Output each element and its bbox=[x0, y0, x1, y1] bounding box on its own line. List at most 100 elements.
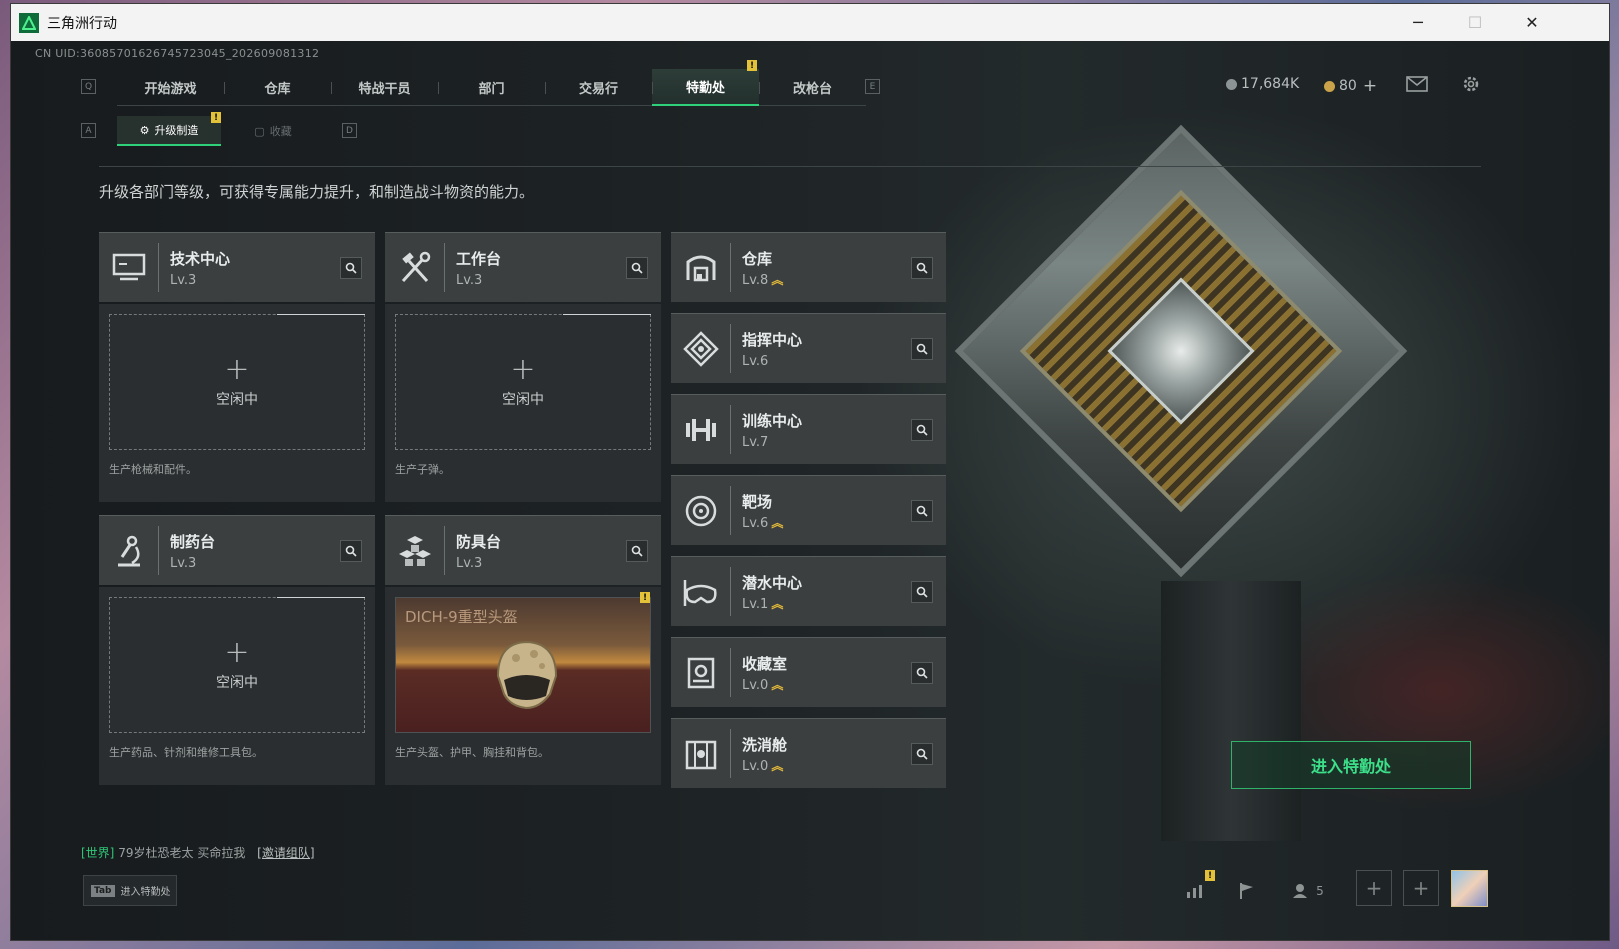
search-button[interactable] bbox=[911, 742, 933, 765]
production-slot-empty[interactable]: + 空闲中 bbox=[395, 314, 651, 450]
settings-gear-icon[interactable] bbox=[1458, 71, 1484, 97]
tab-gunsmith[interactable]: 改枪台 bbox=[759, 69, 866, 106]
tab-operators[interactable]: 特战干员 bbox=[331, 69, 438, 106]
station-panel-workbench: + 空闲中 生产子弹。 bbox=[385, 304, 661, 502]
enter-special-ops-button[interactable]: 进入特勤处 bbox=[1231, 741, 1471, 789]
search-button[interactable] bbox=[911, 580, 933, 603]
slot-status: 空闲中 bbox=[216, 392, 258, 408]
tab-trading[interactable]: 交易行 bbox=[545, 69, 652, 106]
window-title: 三角洲行动 bbox=[47, 15, 117, 32]
upgrade-craft-icon: ⚙ bbox=[139, 123, 150, 137]
monitor-icon bbox=[99, 233, 159, 302]
search-button[interactable] bbox=[911, 418, 933, 441]
search-button[interactable] bbox=[340, 256, 362, 279]
tab-special-ops-label: 特勤处 bbox=[685, 81, 725, 96]
close-button[interactable]: ✕ bbox=[1503, 4, 1561, 41]
friends-icon bbox=[1293, 884, 1308, 898]
currency-secondary-value: 80 bbox=[1339, 78, 1357, 94]
tab-departments[interactable]: 部门 bbox=[438, 69, 545, 106]
search-button[interactable] bbox=[626, 539, 648, 562]
friends-button[interactable]: 5 bbox=[1283, 877, 1333, 905]
subtab-upgrade-craft[interactable]: ⚙ 升级制造 ! bbox=[117, 112, 221, 146]
game-window: 三角洲行动 ─ ☐ ✕ CN UID:360857016267457230​45… bbox=[10, 3, 1610, 941]
upgrade-available-icon: ︽ bbox=[771, 759, 784, 773]
subtab-alert-badge: ! bbox=[211, 112, 221, 123]
search-button[interactable] bbox=[911, 661, 933, 684]
search-icon bbox=[916, 748, 928, 760]
department-card[interactable]: 洗消舱 Lv.0 ︽ bbox=[671, 718, 946, 788]
search-button[interactable] bbox=[911, 256, 933, 279]
key-d-hint: D bbox=[342, 123, 357, 138]
subtab-collection[interactable]: ▢ 收藏 bbox=[221, 116, 325, 146]
scene-pillar bbox=[1161, 581, 1301, 841]
department-name: 仓库 bbox=[742, 249, 773, 268]
search-button[interactable] bbox=[340, 539, 362, 562]
stats-chart-icon[interactable] bbox=[1181, 877, 1209, 905]
tab-warehouse[interactable]: 仓库 bbox=[224, 69, 331, 106]
friends-count: 5 bbox=[1316, 884, 1324, 898]
chat-line: [世界] 79岁杜恐老太 买命拉我 [邀请组队] bbox=[81, 844, 315, 861]
dumbbell-icon bbox=[671, 395, 731, 464]
station-card-workbench[interactable]: 工作台 Lv.3 bbox=[385, 232, 661, 302]
department-name: 靶场 bbox=[742, 492, 773, 511]
tab-special-ops[interactable]: 特勤处 ! bbox=[652, 60, 759, 106]
add-slot-button[interactable]: + bbox=[1403, 870, 1439, 906]
station-card-armor-bench[interactable]: 防具台 Lv.3 bbox=[385, 515, 661, 585]
production-slot-empty[interactable]: + 空闲中 bbox=[109, 597, 365, 733]
player-avatar[interactable] bbox=[1451, 870, 1488, 907]
search-icon bbox=[345, 262, 357, 274]
department-level: Lv.1 bbox=[742, 596, 769, 612]
title-bar: 三角洲行动 ─ ☐ ✕ bbox=[11, 4, 1609, 41]
flag-icon[interactable] bbox=[1233, 877, 1261, 905]
tab-shortcut-hint[interactable]: Tab 进入特勤处 bbox=[83, 875, 177, 906]
department-card[interactable]: 潜水中心 Lv.1 ︽ bbox=[671, 556, 946, 626]
microscope-icon bbox=[99, 516, 159, 585]
search-button[interactable] bbox=[911, 337, 933, 360]
search-button[interactable] bbox=[911, 499, 933, 522]
search-button[interactable] bbox=[626, 256, 648, 279]
department-name: 洗消舱 bbox=[742, 735, 788, 754]
department-card[interactable]: 靶场 Lv.6 ︽ bbox=[671, 475, 946, 545]
chat-channel: [世界] bbox=[81, 846, 115, 860]
mail-icon[interactable] bbox=[1404, 71, 1430, 97]
warehouse-icon bbox=[671, 233, 731, 302]
department-name: 训练中心 bbox=[742, 411, 803, 430]
tab-key-label: Tab bbox=[91, 884, 115, 897]
department-card[interactable]: 训练中心 Lv.7 bbox=[671, 394, 946, 464]
currency-primary-value: 17,684K bbox=[1241, 76, 1300, 92]
department-name: 潜水中心 bbox=[742, 573, 803, 592]
search-icon bbox=[916, 586, 928, 598]
plus-icon: + bbox=[510, 352, 536, 387]
gold-coin-icon bbox=[1324, 80, 1335, 92]
chat-user[interactable]: 79岁杜恐老太 bbox=[118, 846, 193, 860]
production-slot-helmet[interactable]: DICH-9重型头盔 ! bbox=[395, 592, 651, 733]
slot-description: 生产子弹。 bbox=[395, 463, 450, 476]
add-currency-button[interactable]: + bbox=[1363, 76, 1377, 96]
minimize-button[interactable]: ─ bbox=[1389, 4, 1447, 41]
station-card-tech-center[interactable]: 技术中心 Lv.3 bbox=[99, 232, 375, 302]
station-name: 制药台 bbox=[170, 532, 216, 551]
station-card-pharmacy[interactable]: 制药台 Lv.3 bbox=[99, 515, 375, 585]
invite-team-link[interactable]: [邀请组队] bbox=[257, 846, 314, 860]
department-card[interactable]: 收藏室 Lv.0 ︽ bbox=[671, 637, 946, 707]
stats-alert-badge: ! bbox=[1205, 870, 1215, 881]
slot-status: 空闲中 bbox=[216, 675, 258, 691]
slot-corner-accent bbox=[563, 314, 651, 315]
department-card[interactable]: 指挥中心 Lv.6 bbox=[671, 313, 946, 383]
slot-status: 空闲中 bbox=[502, 392, 544, 408]
station-level: Lv.3 bbox=[170, 272, 197, 288]
key-q-hint: Q bbox=[81, 79, 96, 94]
collection-icon bbox=[671, 638, 731, 707]
maximize-button[interactable]: ☐ bbox=[1446, 4, 1504, 41]
add-slot-button[interactable]: + bbox=[1356, 870, 1392, 906]
scene-cube-structure bbox=[954, 124, 1408, 578]
department-card[interactable]: 仓库 Lv.8 ︽ bbox=[671, 232, 946, 302]
divider bbox=[99, 166, 1481, 167]
helmet-icon bbox=[496, 640, 558, 710]
item-alert-badge: ! bbox=[640, 592, 650, 603]
production-slot-empty[interactable]: + 空闲中 bbox=[109, 314, 365, 450]
main-content: CN UID:360857016267457230​45_20260908131… bbox=[11, 41, 1609, 940]
currency-secondary[interactable]: 80 + bbox=[1324, 76, 1377, 96]
search-icon bbox=[631, 262, 643, 274]
tab-start-game[interactable]: 开始游戏 bbox=[117, 69, 224, 106]
